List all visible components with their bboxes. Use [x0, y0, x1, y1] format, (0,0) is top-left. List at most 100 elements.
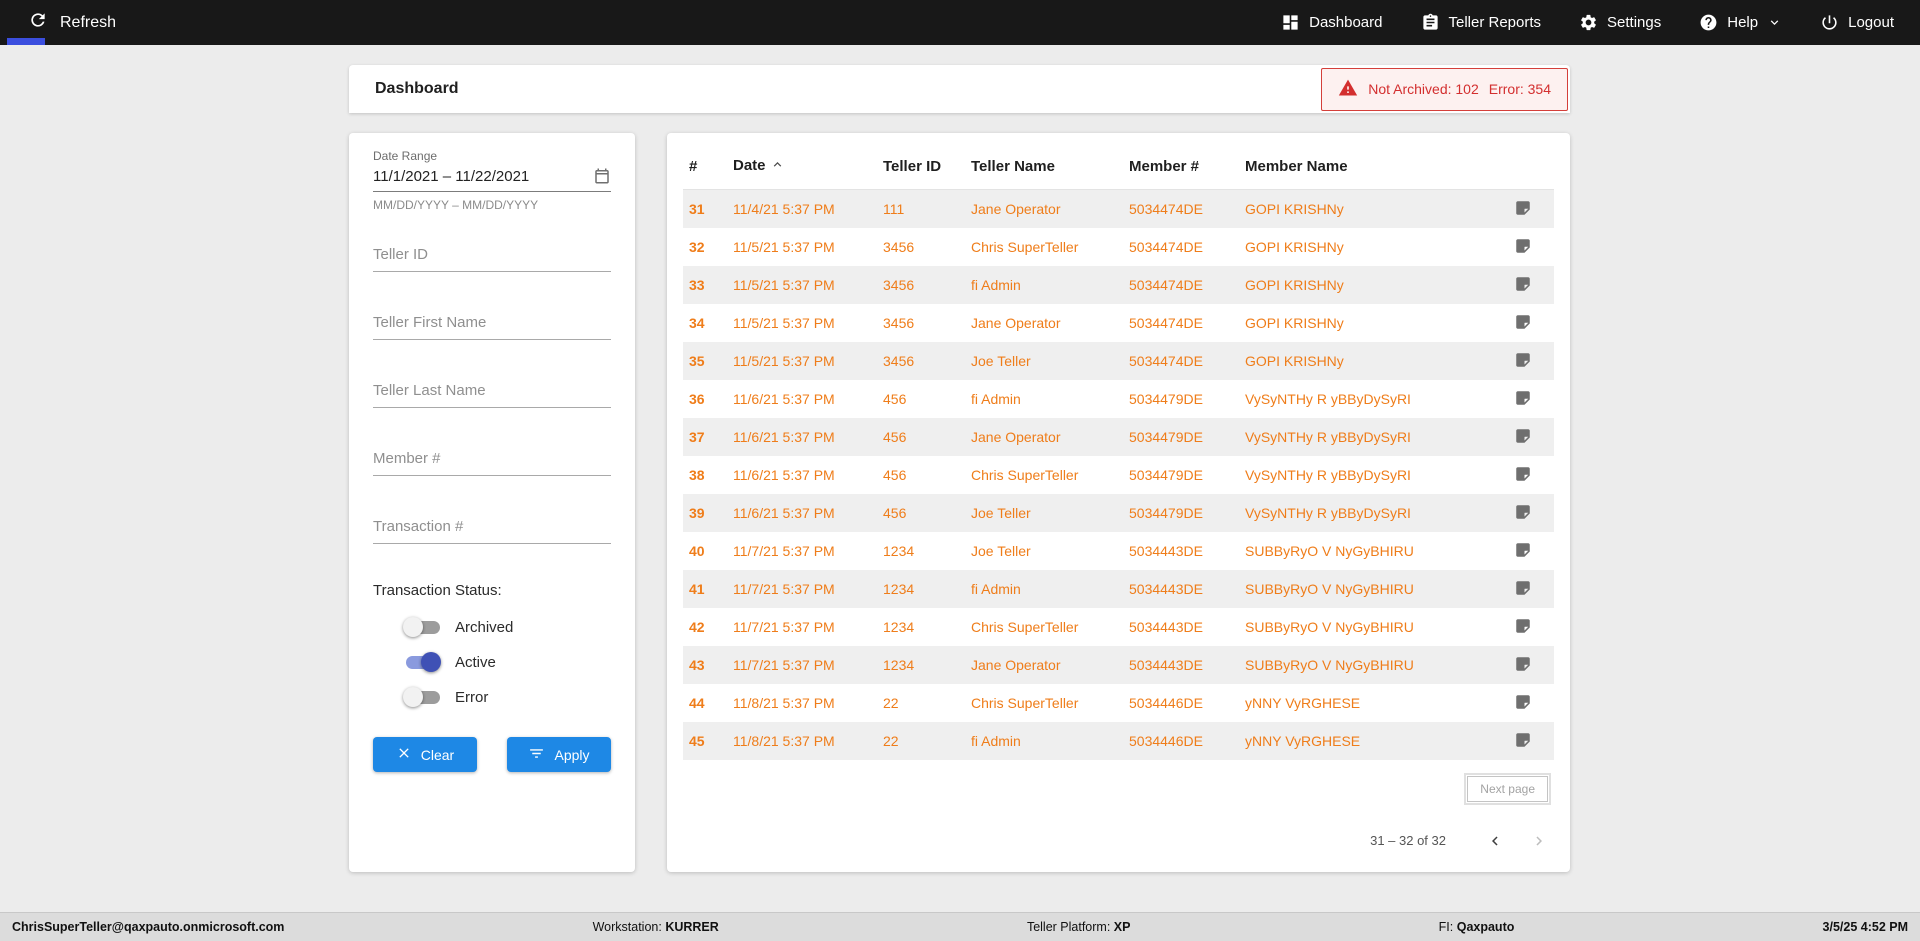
- platform-info: Teller Platform: XP: [1027, 920, 1131, 934]
- cell-teller-id: 456: [877, 418, 965, 456]
- date-range-input[interactable]: [373, 168, 593, 185]
- note-icon[interactable]: [1512, 425, 1534, 447]
- note-icon[interactable]: [1512, 501, 1534, 523]
- previous-page-icon[interactable]: [1480, 826, 1510, 856]
- note-icon[interactable]: [1512, 729, 1534, 751]
- sort-asc-icon: [770, 159, 785, 176]
- cell-num: 35: [683, 342, 727, 380]
- cell-member-num: 5034479DE: [1123, 494, 1239, 532]
- note-icon[interactable]: [1512, 197, 1534, 219]
- col-date-label: Date: [733, 157, 766, 174]
- table-row[interactable]: 33 11/5/21 5:37 PM 3456 fi Admin 5034474…: [683, 266, 1554, 304]
- page-title: Dashboard: [375, 80, 459, 98]
- cell-teller-id: 1234: [877, 608, 965, 646]
- cell-teller-id: 1234: [877, 646, 965, 684]
- table-row[interactable]: 35 11/5/21 5:37 PM 3456 Joe Teller 50344…: [683, 342, 1554, 380]
- next-page-icon[interactable]: [1524, 826, 1554, 856]
- col-member-name[interactable]: Member Name: [1239, 147, 1506, 190]
- table-row[interactable]: 37 11/6/21 5:37 PM 456 Jane Operator 503…: [683, 418, 1554, 456]
- teller-id-input[interactable]: [373, 242, 611, 272]
- nav-dashboard-label: Dashboard: [1309, 14, 1382, 31]
- cell-num: 44: [683, 684, 727, 722]
- note-icon[interactable]: [1512, 273, 1534, 295]
- table-row[interactable]: 43 11/7/21 5:37 PM 1234 Jane Operator 50…: [683, 646, 1554, 684]
- col-teller-id[interactable]: Teller ID: [877, 147, 965, 190]
- col-teller-name[interactable]: Teller Name: [965, 147, 1123, 190]
- error-toggle[interactable]: [403, 687, 443, 707]
- table-row[interactable]: 36 11/6/21 5:37 PM 456 fi Admin 5034479D…: [683, 380, 1554, 418]
- transaction-number-input[interactable]: [373, 514, 611, 544]
- table-row[interactable]: 40 11/7/21 5:37 PM 1234 Joe Teller 50344…: [683, 532, 1554, 570]
- table-row[interactable]: 44 11/8/21 5:37 PM 22 Chris SuperTeller …: [683, 684, 1554, 722]
- power-icon: [1820, 13, 1839, 32]
- table-row[interactable]: 38 11/6/21 5:37 PM 456 Chris SuperTeller…: [683, 456, 1554, 494]
- nav-dashboard[interactable]: Dashboard: [1281, 13, 1382, 32]
- calendar-icon[interactable]: [593, 167, 611, 185]
- status-alert-badge[interactable]: Not Archived: 102 Error: 354: [1321, 68, 1568, 111]
- archived-toggle-label: Archived: [455, 619, 513, 636]
- cell-teller-name: fi Admin: [965, 722, 1123, 760]
- nav-logout[interactable]: Logout: [1820, 13, 1894, 32]
- next-page-button[interactable]: Next page: [1467, 776, 1548, 802]
- nav-help[interactable]: Help: [1699, 13, 1782, 32]
- refresh-button[interactable]: Refresh: [28, 10, 116, 35]
- active-toggle[interactable]: [403, 652, 443, 672]
- col-member-num[interactable]: Member #: [1123, 147, 1239, 190]
- teller-first-name-field: [373, 310, 611, 340]
- error-toggle-label: Error: [455, 689, 488, 706]
- note-icon[interactable]: [1512, 311, 1534, 333]
- note-icon[interactable]: [1512, 691, 1534, 713]
- note-icon[interactable]: [1512, 387, 1534, 409]
- cell-date: 11/7/21 5:37 PM: [727, 570, 877, 608]
- table-row[interactable]: 41 11/7/21 5:37 PM 1234 fi Admin 5034443…: [683, 570, 1554, 608]
- apply-button-label: Apply: [554, 747, 589, 763]
- note-icon[interactable]: [1512, 577, 1534, 599]
- cell-date: 11/5/21 5:37 PM: [727, 304, 877, 342]
- teller-last-name-field: [373, 378, 611, 408]
- member-number-input[interactable]: [373, 446, 611, 476]
- teller-last-name-input[interactable]: [373, 378, 611, 408]
- pagination-range: 31 – 32 of 32: [1370, 833, 1446, 848]
- not-archived-count: Not Archived: 102: [1368, 81, 1479, 97]
- refresh-icon: [28, 10, 48, 35]
- table-row[interactable]: 45 11/8/21 5:37 PM 22 fi Admin 5034446DE…: [683, 722, 1554, 760]
- cell-member-num: 5034479DE: [1123, 380, 1239, 418]
- chevron-down-icon: [1767, 15, 1782, 30]
- cell-date: 11/7/21 5:37 PM: [727, 608, 877, 646]
- cell-num: 34: [683, 304, 727, 342]
- cell-num: 38: [683, 456, 727, 494]
- col-date[interactable]: Date: [727, 147, 877, 190]
- nav-settings-label: Settings: [1607, 14, 1661, 31]
- cell-member-num: 5034479DE: [1123, 418, 1239, 456]
- cell-teller-id: 1234: [877, 570, 965, 608]
- col-num[interactable]: #: [683, 147, 727, 190]
- nav-settings[interactable]: Settings: [1579, 13, 1661, 32]
- note-icon[interactable]: [1512, 615, 1534, 637]
- table-row[interactable]: 32 11/5/21 5:37 PM 3456 Chris SuperTelle…: [683, 228, 1554, 266]
- note-icon[interactable]: [1512, 653, 1534, 675]
- cell-member-name: SUBByRyO V NyGyBHIRU: [1239, 646, 1506, 684]
- cell-teller-name: Jane Operator: [965, 190, 1123, 228]
- error-count: Error: 354: [1489, 81, 1551, 97]
- note-icon[interactable]: [1512, 349, 1534, 371]
- active-toggle-label: Active: [455, 654, 496, 671]
- note-icon[interactable]: [1512, 539, 1534, 561]
- note-icon[interactable]: [1512, 463, 1534, 485]
- table-row[interactable]: 34 11/5/21 5:37 PM 3456 Jane Operator 50…: [683, 304, 1554, 342]
- cell-member-name: GOPI KRISHNy: [1239, 228, 1506, 266]
- apply-button[interactable]: Apply: [507, 737, 611, 772]
- nav-teller-reports[interactable]: Teller Reports: [1421, 13, 1542, 32]
- fi-info: FI: Qaxpauto: [1439, 920, 1515, 934]
- cell-num: 37: [683, 418, 727, 456]
- note-icon[interactable]: [1512, 235, 1534, 257]
- transaction-status-label: Transaction Status:: [373, 582, 611, 599]
- cell-member-num: 5034443DE: [1123, 646, 1239, 684]
- refresh-label: Refresh: [60, 14, 116, 32]
- archived-toggle[interactable]: [403, 617, 443, 637]
- logged-in-user: ChrisSuperTeller@qaxpauto.onmicrosoft.co…: [12, 920, 284, 934]
- teller-first-name-input[interactable]: [373, 310, 611, 340]
- table-row[interactable]: 31 11/4/21 5:37 PM 111 Jane Operator 503…: [683, 190, 1554, 228]
- table-row[interactable]: 39 11/6/21 5:37 PM 456 Joe Teller 503447…: [683, 494, 1554, 532]
- table-row[interactable]: 42 11/7/21 5:37 PM 1234 Chris SuperTelle…: [683, 608, 1554, 646]
- clear-button[interactable]: Clear: [373, 737, 477, 772]
